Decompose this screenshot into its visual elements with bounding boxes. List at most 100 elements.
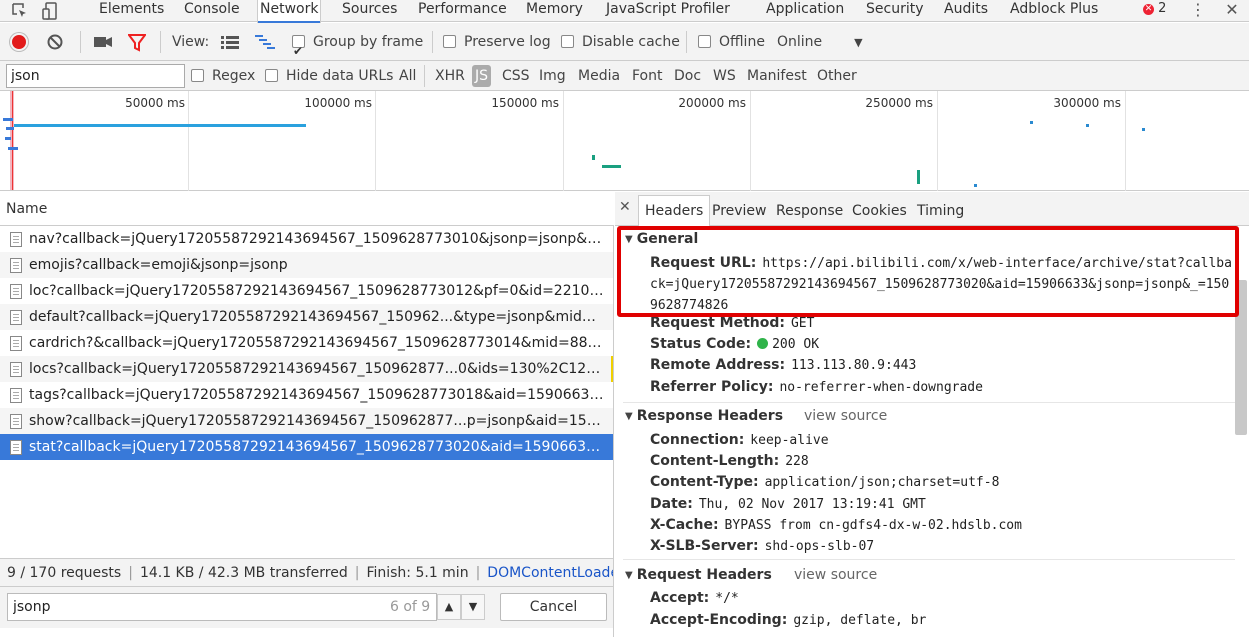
status-code-row: Status Code: 200 OK xyxy=(650,336,819,352)
preserve-log-checkbox[interactable]: Preserve log xyxy=(443,23,551,61)
response-headers-title: Response Headers xyxy=(636,408,784,424)
request-row[interactable]: nav?callback=jQuery17205587292143694567_… xyxy=(0,226,613,252)
type-filter-doc[interactable]: Doc xyxy=(674,61,701,91)
search-input[interactable] xyxy=(7,593,437,621)
general-section-title: General xyxy=(636,231,699,247)
clear-icon[interactable] xyxy=(46,23,64,61)
tab-response[interactable]: Response xyxy=(770,196,849,226)
tab-network[interactable]: Network xyxy=(257,0,322,23)
request-name: locs?callback=jQuery17205587292143694567… xyxy=(29,361,607,377)
document-icon xyxy=(10,440,22,455)
remote-address-row: Remote Address: 113.113.80.9:443 xyxy=(650,357,916,373)
filter-input[interactable] xyxy=(6,64,185,88)
request-row[interactable]: loc?callback=jQuery17205587292143694567_… xyxy=(0,278,613,304)
waterfall-overview-icon[interactable] xyxy=(254,23,276,61)
request-row[interactable]: emojis?callback=emoji&jsonp=jsonp xyxy=(0,252,613,278)
request-row[interactable]: tags?callback=jQuery17205587292143694567… xyxy=(0,382,613,408)
request-row[interactable]: cardrich?&callback=jQuery172055872921436… xyxy=(0,330,613,356)
type-filter-manifest[interactable]: Manifest xyxy=(747,61,807,91)
large-rows-icon[interactable] xyxy=(220,23,240,61)
type-filter-ws[interactable]: WS xyxy=(713,61,736,91)
request-row[interactable]: locs?callback=jQuery17205587292143694567… xyxy=(0,356,613,382)
disable-cache-checkbox[interactable]: Disable cache xyxy=(561,23,680,61)
response-headers-section-header[interactable]: ▼ Response Headers xyxy=(625,408,783,424)
tab-performance[interactable]: Performance xyxy=(416,0,509,22)
header-row: Date: Thu, 02 Nov 2017 13:19:41 GMT xyxy=(650,496,926,512)
tab-timing[interactable]: Timing xyxy=(911,196,970,226)
preserve-log-label: Preserve log xyxy=(464,34,551,50)
request-row[interactable]: show?callback=jQuery17205587292143694567… xyxy=(0,408,613,434)
section-divider xyxy=(623,559,1235,560)
tab-cookies[interactable]: Cookies xyxy=(846,196,913,226)
header-value: shd-ops-slb-07 xyxy=(764,539,875,554)
row-accent-marker xyxy=(611,356,613,382)
request-headers-section-header[interactable]: ▼ Request Headers xyxy=(625,567,772,583)
timeline-gridline xyxy=(750,91,751,191)
type-filter-media[interactable]: Media xyxy=(578,61,620,91)
toolbar-divider xyxy=(80,31,81,53)
tab-adblock-plus[interactable]: Adblock Plus xyxy=(1008,0,1100,22)
request-row[interactable]: stat?callback=jQuery17205587292143694567… xyxy=(0,434,613,460)
network-overview-timeline[interactable]: 50000 ms 100000 ms 150000 ms 200000 ms 2… xyxy=(0,91,1249,191)
header-key: Accept-Encoding: xyxy=(650,612,788,628)
tab-javascript-profiler[interactable]: JavaScript Profiler xyxy=(604,0,732,22)
status-ok-icon xyxy=(757,338,769,349)
group-by-frame-checkbox[interactable]: Group by frame xyxy=(292,23,424,70)
name-column-header[interactable]: Name xyxy=(0,192,614,226)
response-view-source-link[interactable]: view source xyxy=(804,408,887,424)
group-by-frame-label: Group by frame xyxy=(313,34,424,50)
search-match-count: 6 of 9 xyxy=(390,599,431,615)
header-value: 228 xyxy=(785,454,809,470)
record-button[interactable] xyxy=(10,33,28,51)
type-filter-js[interactable]: JS xyxy=(472,65,492,87)
error-count-badge[interactable]: ✕ 2 xyxy=(1143,0,1166,20)
throttling-select[interactable]: Online ▼ xyxy=(777,23,863,61)
request-view-source-link[interactable]: view source xyxy=(794,567,877,583)
details-scrollbar[interactable] xyxy=(1235,280,1247,435)
type-filter-img[interactable]: Img xyxy=(539,61,566,91)
hide-data-urls-checkbox[interactable]: Hide data URLs xyxy=(265,61,393,91)
filter-icon[interactable] xyxy=(127,23,147,61)
general-section-header[interactable]: ▼ General xyxy=(625,231,698,247)
timeline-gridline xyxy=(563,91,564,191)
request-name: emojis?callback=emoji&jsonp=jsonp xyxy=(29,257,288,273)
timeline-tick-label: 50000 ms xyxy=(125,96,185,110)
tab-memory[interactable]: Memory xyxy=(524,0,585,22)
tab-application[interactable]: Application xyxy=(764,0,846,22)
tab-security[interactable]: Security xyxy=(864,0,926,22)
type-filter-other[interactable]: Other xyxy=(817,61,857,91)
type-filter-font[interactable]: Font xyxy=(632,61,662,91)
device-toolbar-icon[interactable] xyxy=(42,1,62,21)
regex-checkbox[interactable]: Regex xyxy=(191,61,255,91)
request-details-pane: ✕ Headers Preview Response Cookies Timin… xyxy=(615,192,1249,637)
tab-headers[interactable]: Headers xyxy=(638,195,711,227)
search-previous-button[interactable]: ▲ xyxy=(437,594,461,620)
type-filter-all[interactable]: All xyxy=(399,61,416,91)
chevron-down-icon: ▼ xyxy=(854,36,863,49)
document-icon xyxy=(10,388,22,403)
capture-screenshots-icon[interactable] xyxy=(93,23,113,61)
type-filter-xhr[interactable]: XHR xyxy=(435,61,465,91)
more-menu-icon[interactable]: ⋮ xyxy=(1188,1,1208,21)
close-devtools-icon[interactable]: ✕ xyxy=(1222,1,1242,21)
summary-divider: | xyxy=(475,565,481,581)
type-filter-css[interactable]: CSS xyxy=(502,61,530,91)
timeline-request-bar xyxy=(6,127,14,130)
tab-elements[interactable]: Elements xyxy=(97,0,166,22)
tab-console[interactable]: Console xyxy=(182,0,242,22)
header-key: Date: xyxy=(650,495,693,512)
request-row[interactable]: default?callback=jQuery17205587292143694… xyxy=(0,304,613,330)
inspect-element-icon[interactable] xyxy=(10,1,30,21)
offline-checkbox[interactable]: Offline xyxy=(698,23,765,61)
header-row: Connection: keep-alive xyxy=(650,432,829,448)
header-key: Content-Length: xyxy=(650,453,780,470)
search-cancel-button[interactable]: Cancel xyxy=(500,593,607,621)
tab-preview[interactable]: Preview xyxy=(706,196,773,226)
timeline-gridline xyxy=(188,91,189,191)
request-name: loc?callback=jQuery17205587292143694567_… xyxy=(29,283,607,299)
close-details-icon[interactable]: ✕ xyxy=(619,199,631,215)
tab-audits[interactable]: Audits xyxy=(942,0,990,22)
tab-sources[interactable]: Sources xyxy=(340,0,399,22)
search-next-button[interactable]: ▼ xyxy=(461,594,485,620)
timeline-tick-label: 250000 ms xyxy=(865,96,933,110)
